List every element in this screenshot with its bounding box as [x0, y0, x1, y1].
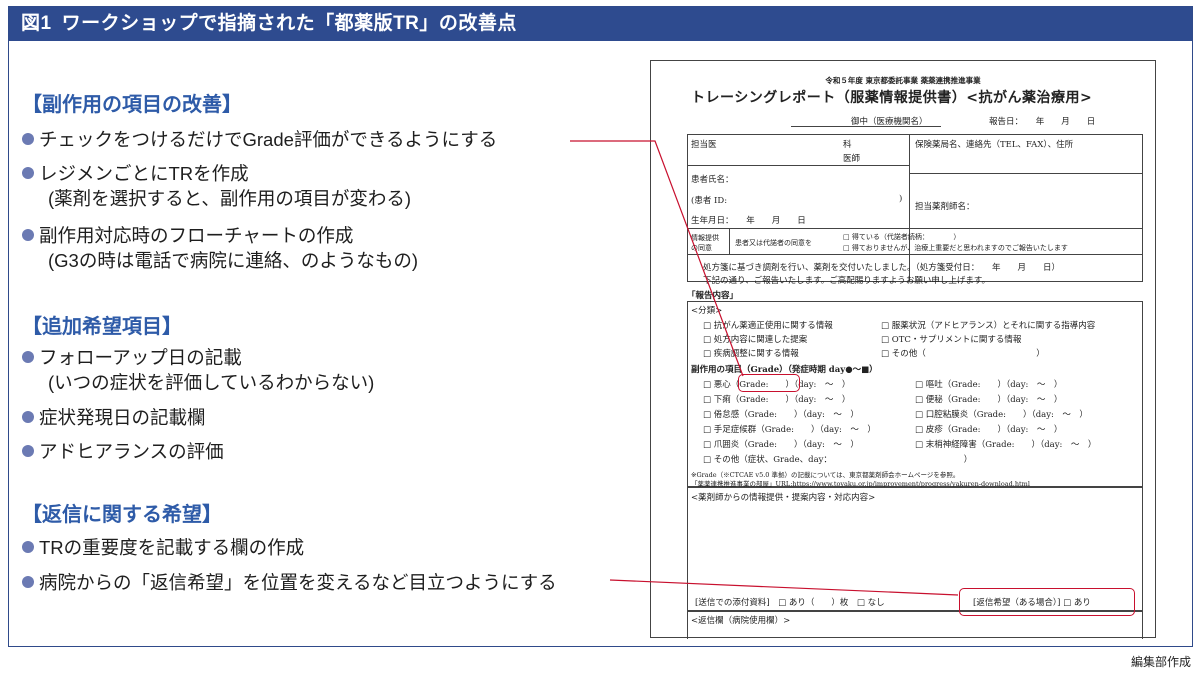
connector-reply [609, 579, 959, 596]
connector-grade [570, 140, 744, 377]
credit: 編集部作成 [1130, 655, 1191, 669]
connector-lines [570, 140, 959, 596]
